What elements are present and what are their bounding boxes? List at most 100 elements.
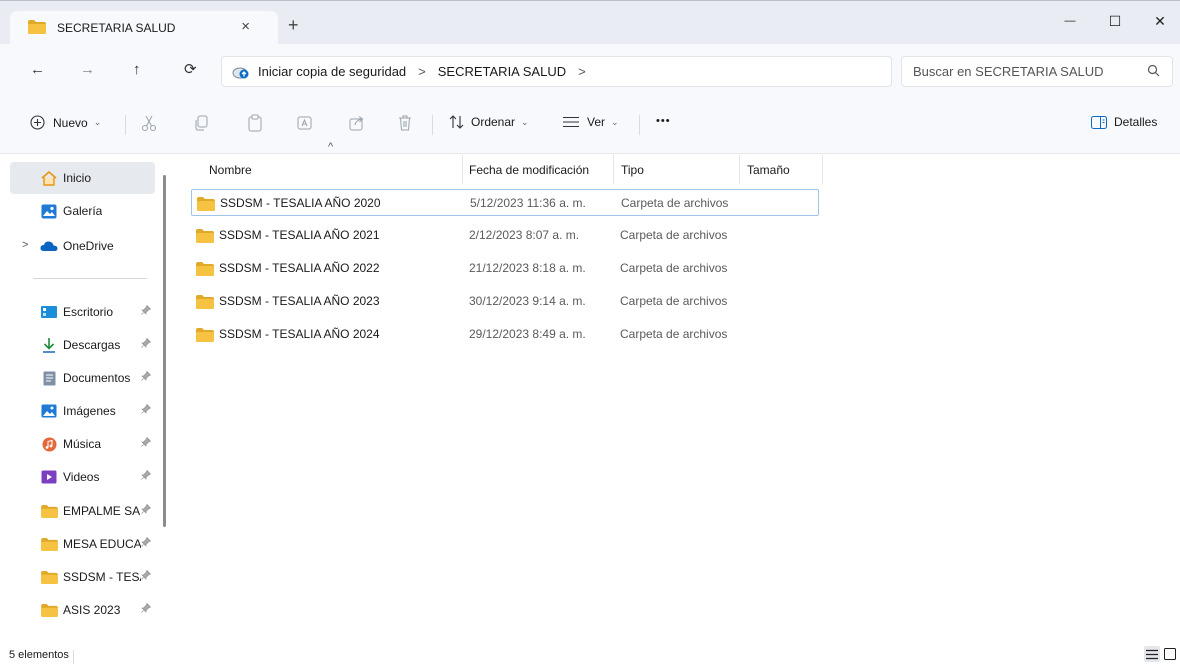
search-icon [1147,64,1160,80]
toolbar-divider [125,115,126,135]
table-row[interactable]: SSDSM - TESALIA AÑO 2020 5/12/2023 11:36… [191,189,819,216]
pin-icon [141,337,152,351]
home-icon [40,170,58,186]
folder-icon [197,197,215,214]
pin-icon [141,304,152,318]
search-placeholder: Buscar en SECRETARIA SALUD [913,64,1104,79]
breadcrumb-secretaria-salud[interactable]: SECRETARIA SALUD [438,64,566,79]
up-button[interactable]: ↑ [133,62,141,78]
sidebar-item-musica[interactable]: Música [10,428,155,460]
toolbar-divider [639,115,640,135]
refresh-button[interactable]: ⟳ [184,62,197,78]
details-view-button[interactable] [1144,646,1160,662]
cut-icon[interactable] [141,114,157,135]
sidebar-item-videos[interactable]: Videos [10,461,155,493]
file-name: SSDSM - TESALIA AÑO 2022 [219,261,380,275]
close-tab-icon[interactable]: × [241,19,250,35]
details-label: Detalles [1114,115,1158,129]
file-date: 29/12/2023 8:49 a. m. [469,327,586,341]
column-divider[interactable] [739,155,740,184]
new-button[interactable]: Nuevo ⌄ [30,115,101,130]
column-divider[interactable] [822,155,823,184]
sort-ascending-icon: ^ [328,141,334,153]
sidebar-item-mesa-educativa[interactable]: MESA EDUCATIVA [10,528,155,560]
sidebar-item-ssdsm-tesalia[interactable]: SSDSM - TESALIA [10,561,155,593]
breadcrumb-separator-end[interactable]: > [578,64,586,79]
table-row[interactable]: SSDSM - TESALIA AÑO 2022 21/12/2023 8:18… [191,255,819,282]
new-label: Nuevo [53,115,88,130]
copy-icon[interactable] [194,114,210,135]
details-button[interactable]: Detalles [1091,115,1157,129]
breadcrumb-backup[interactable]: Iniciar copia de seguridad [258,64,406,79]
sidebar-item-label: SSDSM - TESALIA [63,570,141,584]
pin-icon [141,569,152,583]
minimize-button[interactable]: — [1047,1,1093,41]
backup-icon [232,65,250,79]
paste-icon[interactable] [247,114,263,135]
sidebar-item-empalme-salud[interactable]: EMPALME SALUD [10,495,155,527]
tiles-view-icon [1164,648,1176,660]
more-options-button[interactable]: ••• [656,115,671,127]
sidebar-item-label: ASIS 2023 [63,603,121,617]
folder-icon [40,504,58,518]
maximize-icon: ☐ [1108,12,1122,29]
details-view-icon [1146,649,1158,660]
table-row[interactable]: SSDSM - TESALIA AÑO 2023 30/12/2023 9:14… [191,288,819,315]
back-button[interactable]: ← [30,62,45,78]
pin-icon [141,370,152,384]
column-divider[interactable] [462,155,463,184]
sidebar-divider [33,278,147,279]
view-list-icon [563,116,579,128]
sidebar-item-label: MESA EDUCATIVA [63,537,141,551]
delete-icon[interactable] [397,114,413,135]
table-row[interactable]: SSDSM - TESALIA AÑO 2021 2/12/2023 8:07 … [191,222,819,249]
music-icon [40,437,58,452]
close-window-button[interactable]: ✕ [1137,1,1180,41]
file-type: Carpeta de archivos [620,327,728,341]
folder-icon [196,295,214,312]
sort-button[interactable]: Ordenar ⌄ [449,115,529,129]
column-header-label: Fecha de modificación [469,162,590,177]
sidebar-item-escritorio[interactable]: Escritorio [10,296,155,328]
column-header-date[interactable]: Fecha de modificación [469,155,589,184]
rename-icon[interactable] [296,114,314,135]
close-icon: ✕ [1154,12,1166,29]
tab-secretaria-salud[interactable]: SECRETARIA SALUD × [10,11,278,45]
folder-icon [196,229,214,246]
desktop-icon [40,306,58,318]
folder-icon [40,537,58,551]
maximize-button[interactable]: ☐ [1092,1,1138,41]
share-icon[interactable] [348,114,366,135]
table-row[interactable]: SSDSM - TESALIA AÑO 2024 29/12/2023 8:49… [191,321,819,348]
sidebar-item-inicio[interactable]: Inicio [10,162,155,194]
sidebar-item-label: Descargas [63,338,121,352]
column-header-type[interactable]: Tipo [621,155,644,184]
pin-icon [141,536,152,550]
details-pane-icon [1091,115,1107,129]
file-date: 30/12/2023 9:14 a. m. [469,294,586,308]
column-header-name[interactable]: Nombre [209,155,252,184]
view-label: Ver [587,115,606,129]
command-bar: Nuevo ⌄ Ordenar ⌄ Ver ⌄ ••• Detalles [0,96,1180,154]
file-name: SSDSM - TESALIA AÑO 2020 [220,196,381,210]
sidebar-item-documentos[interactable]: Documentos [10,362,155,394]
search-input[interactable]: Buscar en SECRETARIA SALUD [901,56,1173,87]
sidebar-item-galeria[interactable]: Galería [10,195,155,227]
sidebar-item-label: Imágenes [63,404,116,418]
tiles-view-button[interactable] [1162,646,1178,662]
column-header-size[interactable]: Tamaño [747,155,790,184]
pin-icon [141,436,152,450]
forward-button[interactable]: → [80,62,95,78]
sidebar-item-onedrive[interactable]: OneDrive [10,230,155,262]
sidebar-item-imagenes[interactable]: Imágenes [10,395,155,427]
address-bar[interactable]: Iniciar copia de seguridad > SECRETARIA … [221,56,892,87]
sidebar-scrollbar[interactable] [163,175,166,527]
breadcrumb-separator[interactable]: > [418,64,426,79]
view-button[interactable]: Ver ⌄ [563,115,619,129]
sidebar-item-descargas[interactable]: Descargas [10,329,155,361]
file-date: 2/12/2023 8:07 a. m. [469,228,580,242]
column-divider[interactable] [613,155,614,184]
file-type: Carpeta de archivos [620,294,728,308]
new-tab-button[interactable]: + [288,16,299,34]
sidebar-item-asis-2023[interactable]: ASIS 2023 [10,594,155,626]
